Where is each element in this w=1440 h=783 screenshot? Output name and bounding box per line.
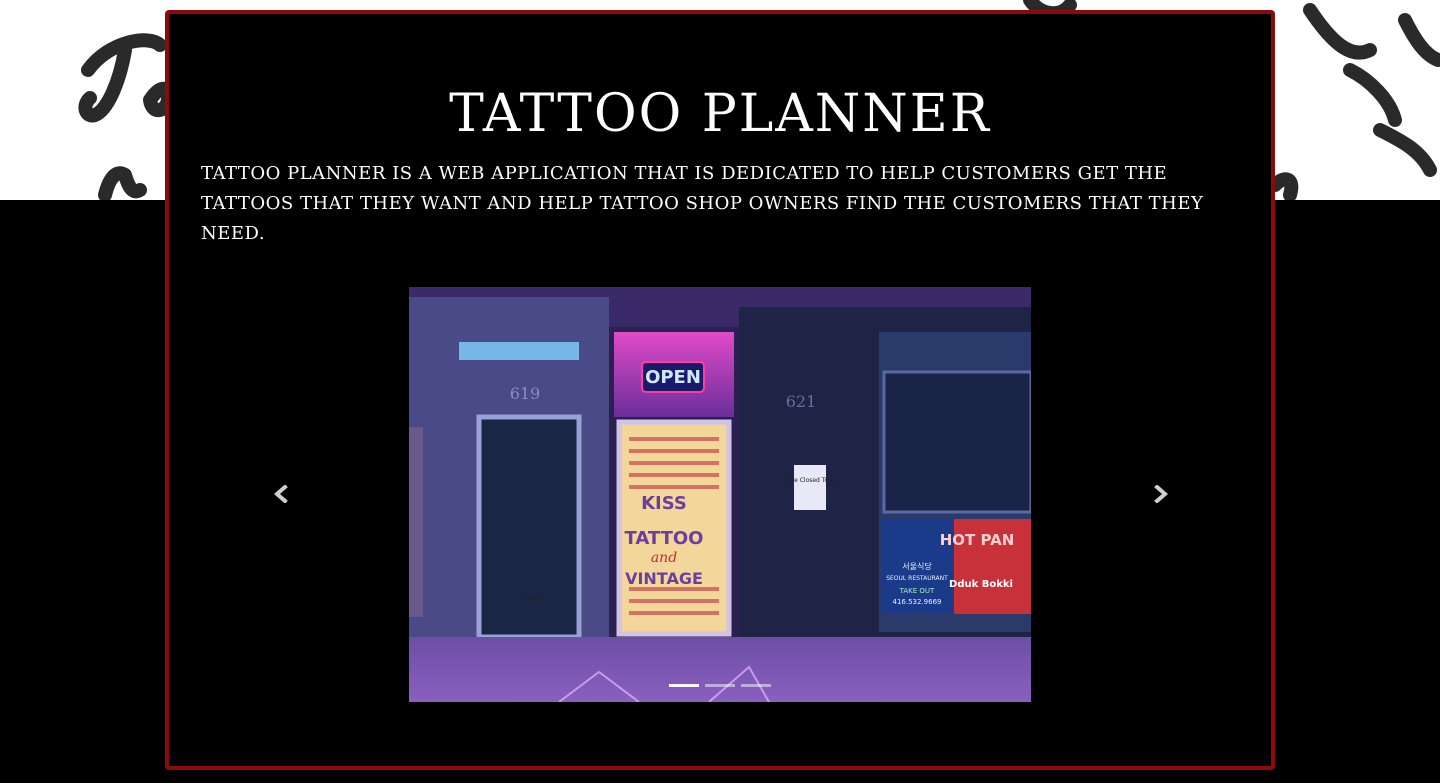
slide-hot-pan: HOT PAN xyxy=(940,531,1015,549)
image-carousel: OPEN KISS TATTOO and VINTAGE 621 619 We'… xyxy=(169,264,1271,724)
chevron-left-icon xyxy=(273,485,288,503)
slide-phone: 416.532.9669 xyxy=(893,598,942,606)
slide-closed-sign: We're Closed Today xyxy=(781,477,840,484)
carousel-indicator-3[interactable] xyxy=(741,684,771,687)
slide-vintage-text: VINTAGE xyxy=(625,569,703,588)
slide-tattoo-text: TATTOO xyxy=(625,528,704,549)
chevron-right-icon xyxy=(1154,485,1169,503)
carousel-prev-button[interactable] xyxy=(261,469,301,519)
slide-and-text: and xyxy=(651,550,677,566)
carousel-slide: OPEN KISS TATTOO and VINTAGE 621 619 We'… xyxy=(409,287,1031,702)
slide-address-left: 619 xyxy=(510,384,541,403)
slide-take-out: TAKE OUT xyxy=(899,587,935,595)
carousel-indicator-1[interactable] xyxy=(669,684,699,687)
intro-text: Tattoo Planner is a web application that… xyxy=(201,163,1204,244)
slide-open-text: OPEN xyxy=(645,367,701,388)
carousel-indicator-2[interactable] xyxy=(705,684,735,687)
slide-restaurant-name: SEOUL RESTAURANT xyxy=(886,575,948,582)
slide-address-right: 621 xyxy=(786,392,817,411)
slide-pass-sticker: PASS xyxy=(524,595,542,603)
storefront-photo: OPEN KISS TATTOO and VINTAGE 621 619 We'… xyxy=(409,287,1031,702)
carousel-indicators xyxy=(169,684,1271,687)
main-panel: Tattoo Planner Tattoo Planner is a web a… xyxy=(165,10,1275,770)
slide-kiss-text: KISS xyxy=(641,493,687,514)
slide-restaurant-korean: 서울식당 xyxy=(902,561,932,571)
slide-dduk: Dduk Bokki xyxy=(949,579,1013,590)
carousel-next-button[interactable] xyxy=(1141,469,1181,519)
page-title: Tattoo Planner xyxy=(449,84,991,144)
